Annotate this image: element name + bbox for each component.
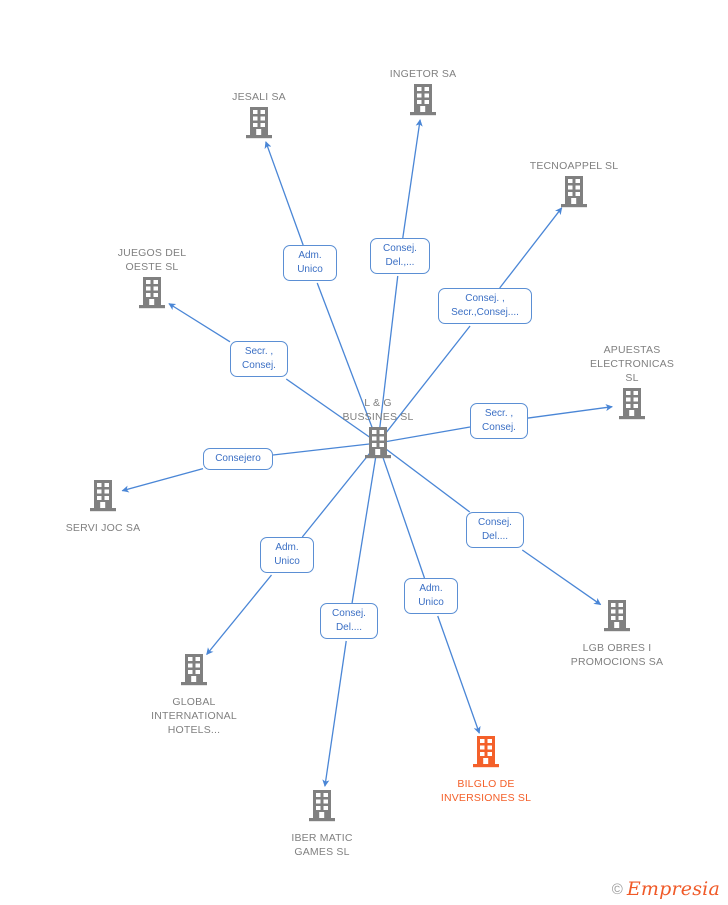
edge-label-ibermatic[interactable]: Consej. Del....	[320, 603, 378, 639]
edge-line-target-ibermatic	[322, 640, 347, 787]
edge-line-target-global	[206, 574, 273, 656]
node-servijoc[interactable]: SERVI JOC SA	[33, 479, 173, 535]
node-ibermatic[interactable]: IBER MATIC GAMES SL	[252, 789, 392, 859]
diagram-canvas: JESALI SA INGETOR SA TECNOAPPEL SL JUEGOS D…	[0, 0, 728, 905]
building-icon[interactable]	[137, 276, 167, 315]
node-lgbobres[interactable]: LGB OBRES I PROMOCIONS SA	[547, 599, 687, 669]
node-label: L & G BUSSINES SL	[342, 397, 414, 423]
node-juegos[interactable]: JUEGOS DEL OESTE SL	[82, 246, 222, 315]
edge-label-bilglo[interactable]: Adm. Unico	[404, 578, 458, 614]
building-icon[interactable]	[617, 387, 647, 426]
node-bilglo[interactable]: BILGLO DE INVERSIONES SL	[416, 735, 556, 805]
building-icon[interactable]	[559, 175, 589, 214]
building-icon[interactable]	[602, 599, 632, 638]
node-label: BILGLO DE INVERSIONES SL	[440, 778, 532, 804]
copyright-icon: ©	[611, 881, 623, 898]
node-label: INGETOR SA	[389, 68, 457, 80]
node-global[interactable]: GLOBAL INTERNATIONAL HOTELS...	[124, 653, 264, 737]
node-label: JESALI SA	[232, 91, 286, 103]
node-label: TECNOAPPEL SL	[529, 160, 619, 172]
node-label: SERVI JOC SA	[65, 522, 141, 534]
brand-name: Empresia	[626, 878, 720, 900]
node-jesali[interactable]: JESALI SA	[189, 90, 329, 145]
building-icon[interactable]	[244, 106, 274, 145]
edge-label-juegos[interactable]: Secr. , Consej.	[230, 341, 288, 377]
building-icon[interactable]	[307, 789, 337, 828]
watermark: © Empresia	[612, 880, 720, 899]
node-label: APUESTAS ELECTRONICAS SL	[589, 344, 675, 384]
edge-label-ingetor[interactable]: Consej. Del.,...	[370, 238, 430, 274]
node-apuestas[interactable]: APUESTAS ELECTRONICAS SL	[562, 343, 702, 426]
edge-line-target-jesali	[264, 141, 304, 246]
building-icon[interactable]	[363, 426, 393, 465]
building-icon[interactable]	[471, 735, 501, 774]
node-lg-bussines[interactable]: L & G BUSSINES SL	[308, 396, 448, 465]
edge-label-global[interactable]: Adm. Unico	[260, 537, 314, 573]
edge-line-target-ingetor	[402, 119, 423, 239]
node-label: LGB OBRES I PROMOCIONS SA	[570, 642, 664, 668]
edge-line-target-tecnoappel	[499, 207, 563, 289]
edge-label-servijoc[interactable]: Consejero	[203, 448, 273, 470]
node-label: JUEGOS DEL OESTE SL	[117, 247, 187, 273]
edge-label-tecnoappel[interactable]: Consej. , Secr.,Consej....	[438, 288, 532, 324]
edge-line-target-lgbobres	[521, 549, 602, 606]
edge-line-target-bilglo	[437, 615, 481, 734]
building-icon[interactable]	[88, 479, 118, 518]
edge-label-jesali[interactable]: Adm. Unico	[283, 245, 337, 281]
building-icon[interactable]	[408, 83, 438, 122]
node-label: GLOBAL INTERNATIONAL HOTELS...	[151, 696, 237, 736]
edge-line-center-ibermatic	[351, 442, 379, 604]
building-icon[interactable]	[179, 653, 209, 692]
node-tecnoappel[interactable]: TECNOAPPEL SL	[504, 159, 644, 214]
node-ingetor[interactable]: INGETOR SA	[353, 67, 493, 122]
edge-label-apuestas[interactable]: Secr. , Consej.	[470, 403, 528, 439]
node-label: IBER MATIC GAMES SL	[291, 832, 353, 858]
edge-label-lgbobres[interactable]: Consej. Del....	[466, 512, 524, 548]
